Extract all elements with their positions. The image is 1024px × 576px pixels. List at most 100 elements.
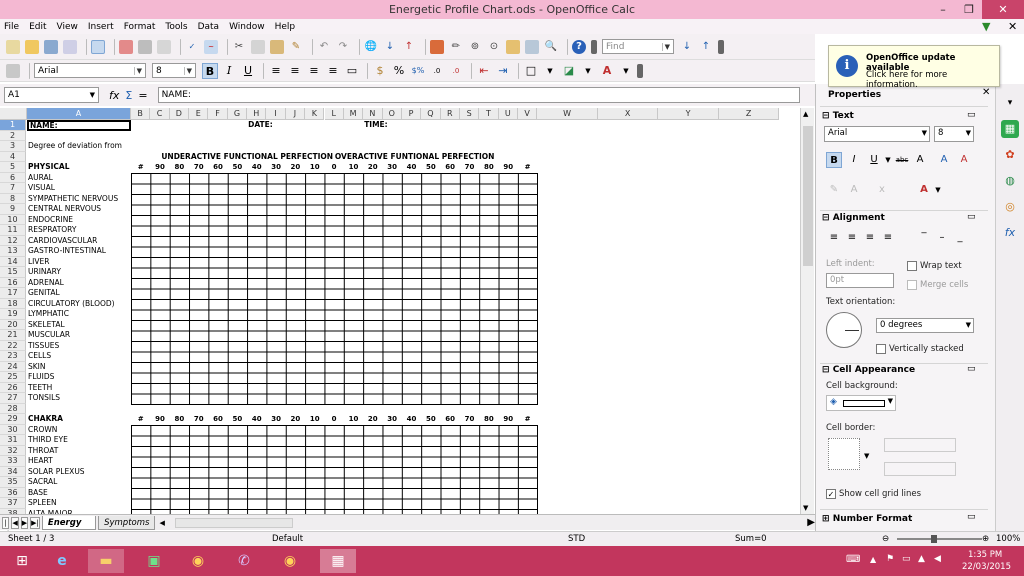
column-header-u[interactable]: U <box>498 108 518 120</box>
volume-icon[interactable]: ◀ <box>934 554 941 564</box>
row-header-17[interactable]: 17 <box>0 288 26 299</box>
scale-value[interactable]: 10 <box>305 162 324 173</box>
row-header-16[interactable]: 16 <box>0 277 26 288</box>
currency-format-icon[interactable]: $ <box>372 63 388 79</box>
scale-value[interactable]: 50 <box>228 162 247 173</box>
toolbar-more-icon[interactable] <box>718 39 724 54</box>
clock-date[interactable]: 22/03/2015 <box>962 562 1011 572</box>
column-header-v[interactable]: V <box>518 108 538 120</box>
align-middle-icon[interactable]: – <box>934 230 950 246</box>
row-header-34[interactable]: 34 <box>0 466 26 477</box>
chevron-down-icon[interactable]: ▼ <box>888 397 893 405</box>
cell-physical-item[interactable]: URINARY <box>27 267 131 278</box>
cell-chakra-item[interactable]: THIRD EYE <box>27 435 131 446</box>
scale-value[interactable]: 50 <box>421 414 440 425</box>
cell-overactive-title[interactable]: OVERACTIVE FUNTIONAL PERFECTION <box>334 152 495 163</box>
keyboard-icon[interactable]: ⌨ <box>846 554 860 565</box>
scale-value[interactable]: 70 <box>460 414 479 425</box>
update-notification[interactable]: i OpenOffice update available Click here… <box>828 45 1000 90</box>
chevron-down-icon[interactable]: ▼ <box>133 66 142 75</box>
row-header-25[interactable]: 25 <box>0 372 26 383</box>
zoom-level[interactable]: 100% <box>996 532 1020 546</box>
cell-underactive-title[interactable]: UNDERACTIVE FUNCTIONAL PERFECTION <box>160 152 333 163</box>
cell-physical-item[interactable]: VISUAL <box>27 183 131 194</box>
scale-value[interactable]: 70 <box>189 414 208 425</box>
scale-value[interactable]: # <box>518 162 537 173</box>
column-header-d[interactable]: D <box>169 108 190 120</box>
scroll-down-icon[interactable]: ▼ <box>803 504 808 512</box>
cell-appearance-section-header[interactable]: ⊟ Cell Appearance <box>822 365 915 375</box>
selection-mode[interactable]: STD <box>568 532 585 546</box>
column-header-n[interactable]: N <box>363 108 383 120</box>
scale-value[interactable]: 30 <box>266 414 285 425</box>
viber-icon[interactable]: ✆ <box>226 549 262 573</box>
cell-physical-item[interactable]: SKIN <box>27 362 131 373</box>
sort-ascending-icon[interactable]: ↓ <box>383 40 397 54</box>
cell-physical-item[interactable]: AURAL <box>27 173 131 184</box>
cell-physical-item[interactable]: MUSCULAR <box>27 330 131 341</box>
orientation-degrees-combo[interactable]: 0 degrees ▼ <box>876 318 974 333</box>
orientation-dial[interactable] <box>826 312 862 348</box>
cell-date-label[interactable]: DATE: <box>247 120 351 131</box>
font-size-combo[interactable]: 8 ▼ <box>152 63 196 78</box>
scale-value[interactable]: 40 <box>402 162 421 173</box>
column-header-i[interactable]: I <box>266 108 286 120</box>
toolbar-more-icon[interactable] <box>591 39 597 54</box>
chevron-down-icon[interactable]: ▼ <box>922 127 927 140</box>
row-header-12[interactable]: 12 <box>0 235 26 246</box>
menu-view[interactable]: View <box>57 22 78 32</box>
cut-icon[interactable]: ✂ <box>232 40 246 54</box>
row-header-23[interactable]: 23 <box>0 351 26 362</box>
row-header-36[interactable]: 36 <box>0 487 26 498</box>
increase-indent-icon[interactable]: ⇥ <box>495 63 511 79</box>
scale-value[interactable]: 30 <box>382 162 401 173</box>
row-header-3[interactable]: 3 <box>0 141 26 152</box>
borders-icon[interactable]: □ <box>523 63 539 79</box>
row-header-10[interactable]: 10 <box>0 214 26 225</box>
row-header-32[interactable]: 32 <box>0 445 26 456</box>
open-folder-icon[interactable] <box>25 39 39 54</box>
scale-value[interactable]: 10 <box>344 414 363 425</box>
minimize-icon[interactable]: – <box>930 0 956 19</box>
scroll-thumb[interactable] <box>803 126 813 266</box>
cell-physical-item[interactable]: GENITAL <box>27 288 131 299</box>
chevron-down-icon[interactable]: ▼ <box>864 452 869 460</box>
scale-value[interactable]: 70 <box>189 162 208 173</box>
cell-chakra-item[interactable]: BASE <box>27 488 131 499</box>
find-previous-icon[interactable]: ↑ <box>699 40 713 54</box>
cell-chakra-item[interactable]: THROAT <box>27 446 131 457</box>
row-header-4[interactable]: 4 <box>0 151 26 162</box>
shadow-icon[interactable]: A <box>912 152 928 168</box>
column-header-y[interactable]: Y <box>658 108 719 120</box>
column-header-k[interactable]: K <box>305 108 325 120</box>
hyperlink-icon[interactable]: 🌐 <box>364 40 378 54</box>
paste-icon[interactable] <box>270 39 284 54</box>
new-document-icon[interactable] <box>6 39 20 54</box>
close-icon[interactable]: ✕ <box>982 0 1024 19</box>
sum-icon[interactable]: Σ <box>125 89 132 102</box>
find-next-icon[interactable]: ↓ <box>680 40 694 54</box>
row-header-20[interactable]: 20 <box>0 319 26 330</box>
row-header-6[interactable]: 6 <box>0 172 26 183</box>
cell-physical-item[interactable]: CIRCULATORY (BLOOD) <box>27 299 131 310</box>
scale-value[interactable]: 90 <box>499 414 518 425</box>
column-header-a[interactable]: A <box>27 108 131 120</box>
cell-deviation-label[interactable]: Degree of deviation from <box>27 141 131 152</box>
vertical-scrollbar[interactable]: ▲ ▼ <box>800 108 814 514</box>
merge-center-icon[interactable]: ▭ <box>344 63 360 79</box>
align-top-icon[interactable]: ‾ <box>916 230 932 246</box>
last-sheet-icon[interactable]: ▶| <box>30 516 40 529</box>
scale-value[interactable]: 60 <box>441 414 460 425</box>
scale-value[interactable]: 80 <box>479 414 498 425</box>
name-box[interactable]: A1 ▼ <box>4 87 99 103</box>
row-header-15[interactable]: 15 <box>0 267 26 278</box>
row-header-35[interactable]: 35 <box>0 477 26 488</box>
row-header-30[interactable]: 30 <box>0 424 26 435</box>
zoom-icon[interactable]: 🔍 <box>544 40 558 54</box>
row-header-29[interactable]: 29 <box>0 414 26 425</box>
chevron-down-icon[interactable]: ▼ <box>966 127 971 140</box>
menu-insert[interactable]: Insert <box>88 22 114 32</box>
shrink-font-icon[interactable]: A <box>956 152 972 168</box>
column-header-w[interactable]: W <box>537 108 598 120</box>
row-header-2[interactable]: 2 <box>0 130 26 141</box>
